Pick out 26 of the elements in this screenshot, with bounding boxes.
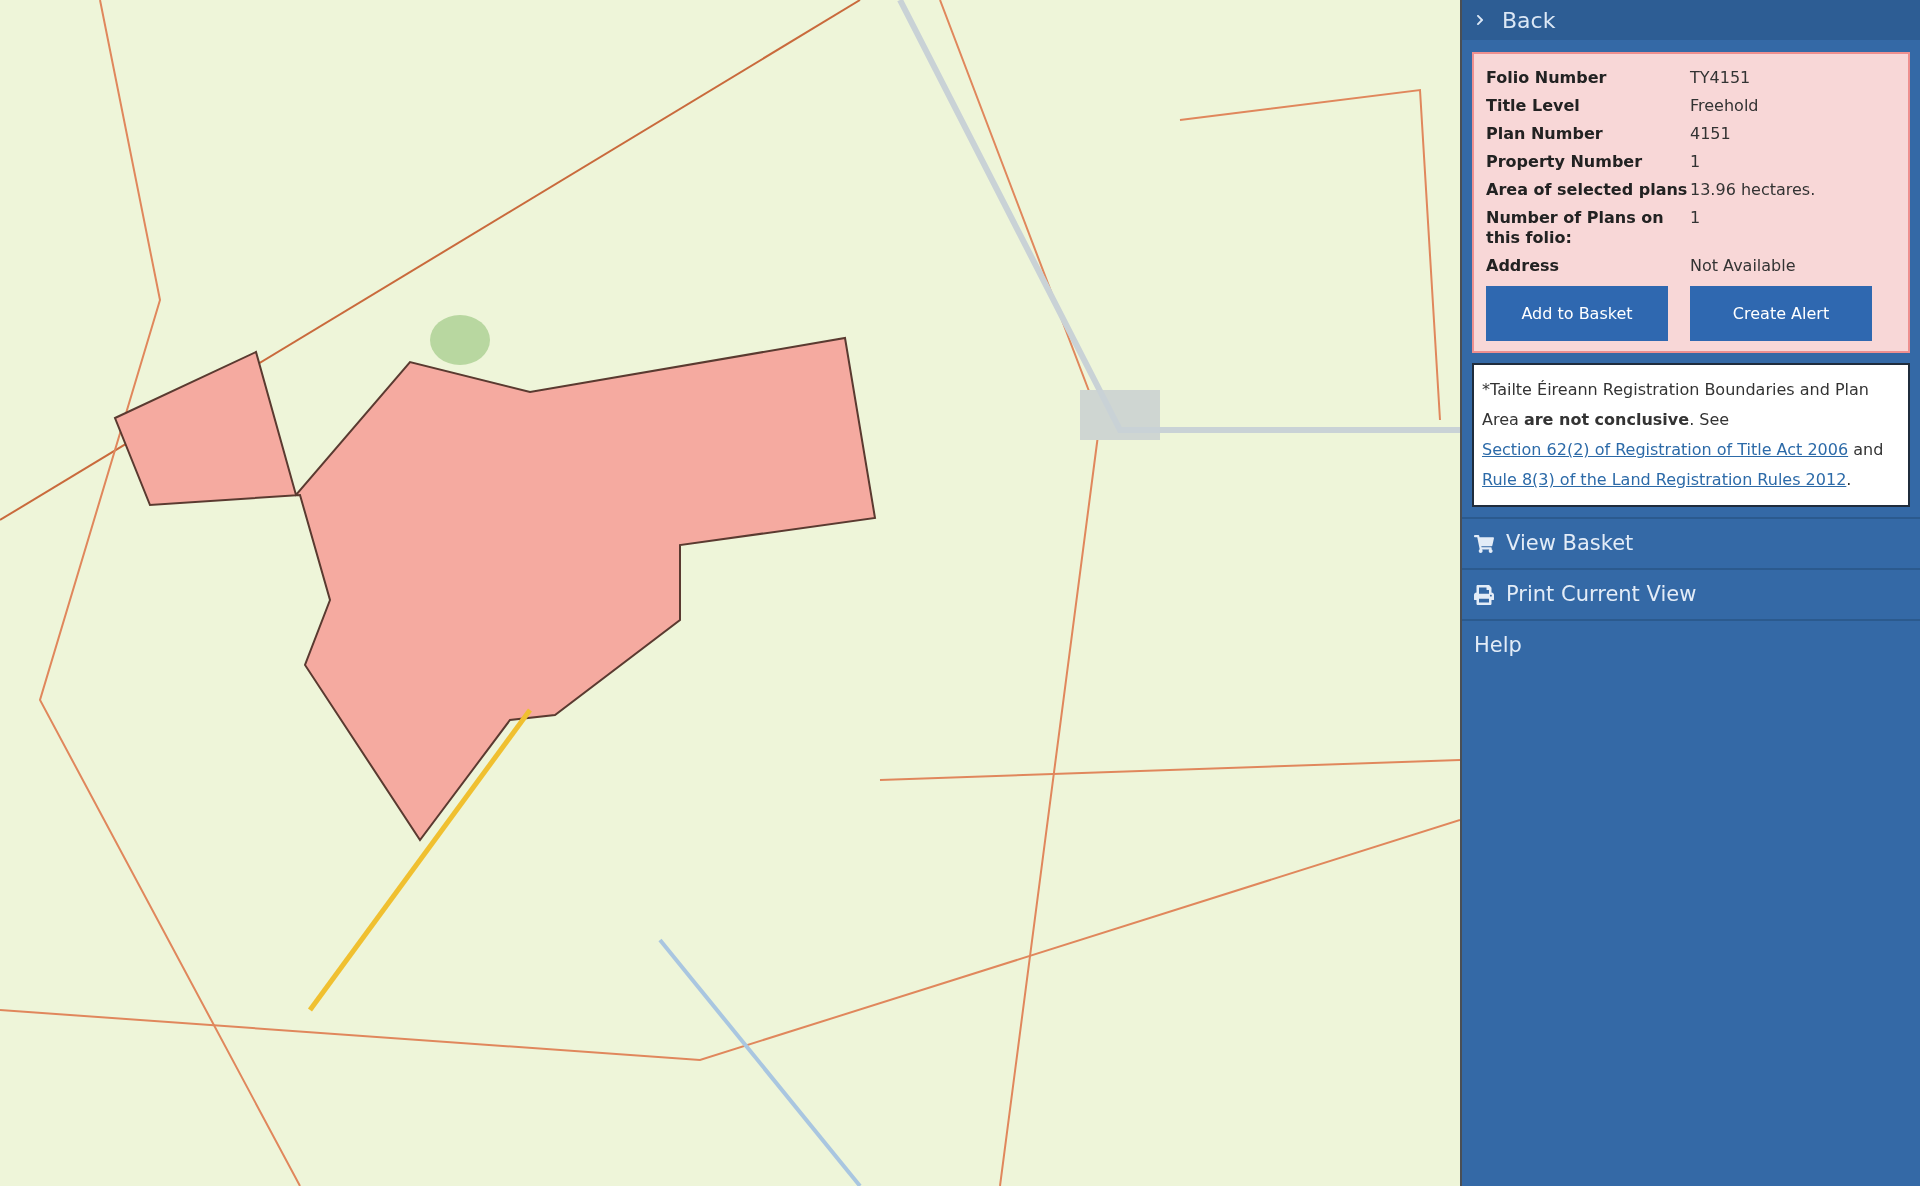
field-value: 13.96 hectares.: [1690, 180, 1816, 200]
field-value: TY4151: [1690, 68, 1751, 88]
field-label: Property Number: [1486, 152, 1644, 172]
field-value: Not Available: [1690, 256, 1796, 276]
field-value: 1: [1690, 152, 1701, 172]
legal-link[interactable]: Rule 8(3) of the Land Registration Rules 2012: [1482, 470, 1847, 489]
field-label: Number of Plans on this folio:: [1486, 208, 1665, 248]
field-label: Folio Number: [1486, 68, 1608, 88]
menu-item[interactable]: View Basket: [1462, 517, 1920, 568]
back-button[interactable]: Back: [1462, 0, 1920, 40]
menu-item[interactable]: Help: [1462, 619, 1920, 670]
field-value: Freehold: [1690, 96, 1759, 116]
action-button[interactable]: Create Alert: [1690, 286, 1872, 341]
action-button[interactable]: Add to Basket: [1486, 286, 1668, 341]
field-label: Plan Number: [1486, 124, 1604, 144]
field-label: Title Level: [1486, 96, 1581, 116]
field-value: 1: [1690, 208, 1701, 229]
field-label: Address: [1486, 256, 1561, 276]
printer-icon: [1474, 584, 1494, 605]
chevron-icon: [1474, 14, 1486, 26]
field-value: 4151: [1690, 124, 1731, 144]
field-label: Area of selected plans: [1486, 180, 1689, 200]
disclaimer-text: *Tailte Éireann Registration Boundaries and Plan Area are not conclusive. See Section 62(2) of Registration of Title Act 2006 and Rule 8(3) of the Land Registration Rules 2012.: [1472, 363, 1910, 507]
cart-icon: [1474, 533, 1494, 554]
menu-item[interactable]: Print Current View: [1462, 568, 1920, 619]
legal-link[interactable]: Section 62(2) of Registration of Title Act 2006: [1482, 440, 1849, 459]
